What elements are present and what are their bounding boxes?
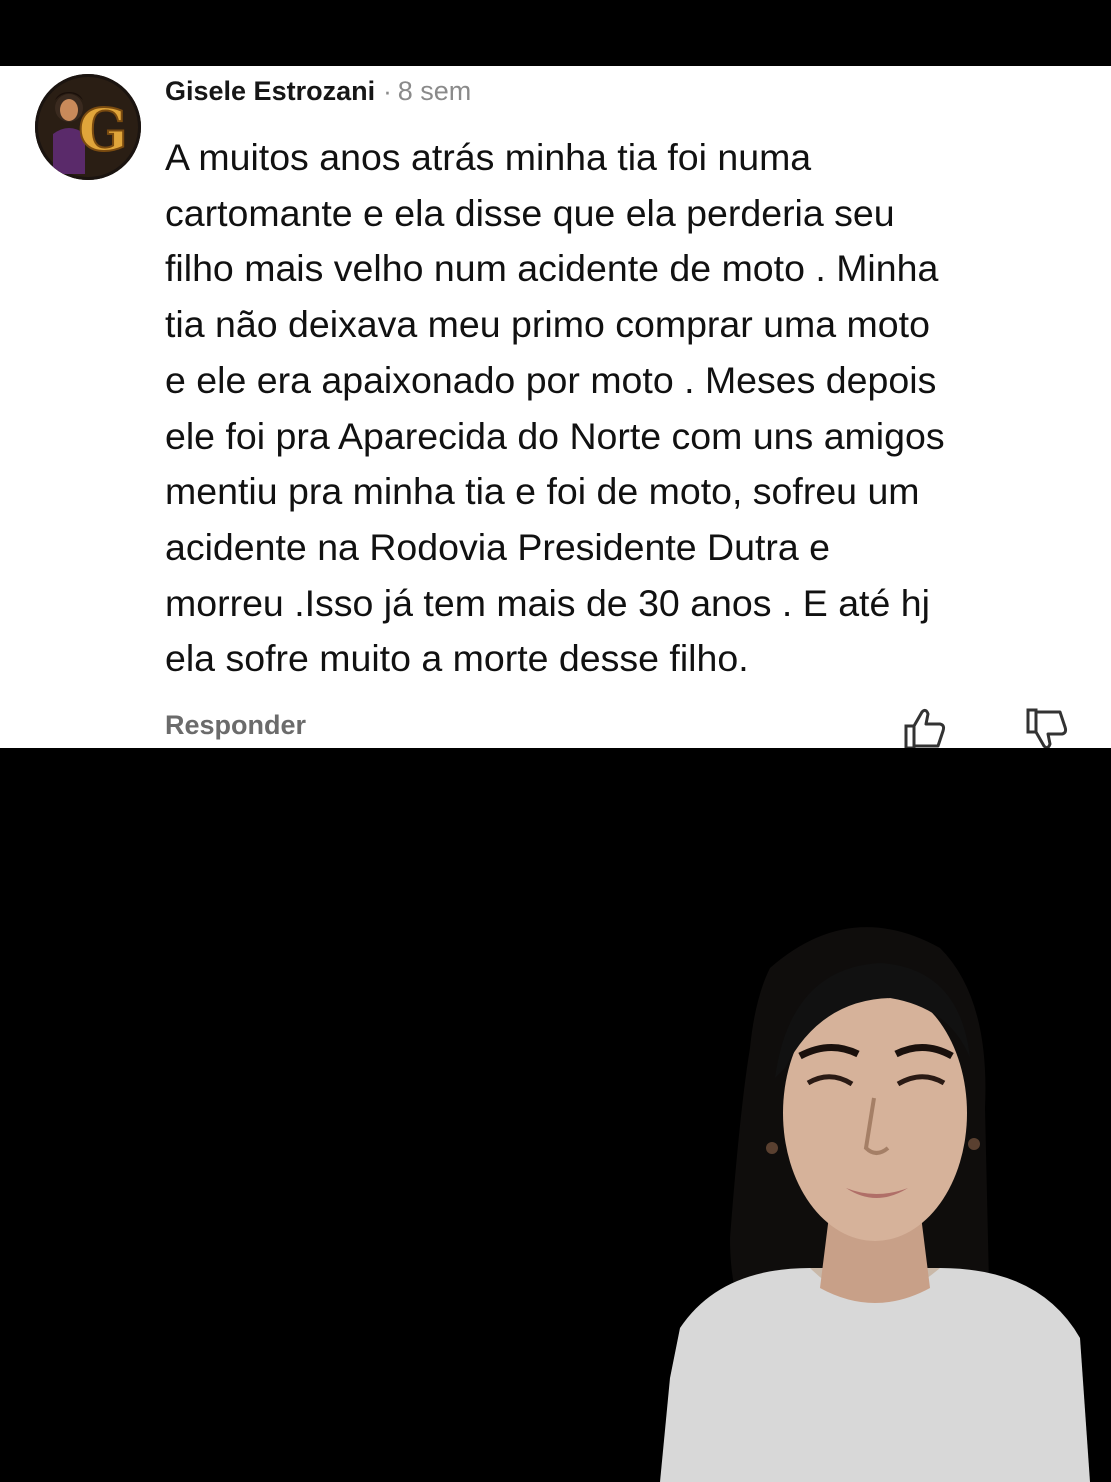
comment-line: ela sofre muito a morte desse filho. [165, 637, 749, 680]
author-name[interactable]: Gisele Estrozani [165, 76, 375, 107]
comment-text: A muitos anos atrás minha tia foi numa c… [165, 130, 1085, 687]
top-black-bar [0, 0, 1111, 66]
comment-line: cartomante e ela disse que ela perderia … [165, 191, 895, 234]
avatar[interactable]: G [35, 74, 141, 180]
comment-line: e ele era apaixonado por moto . Meses de… [165, 358, 937, 401]
comment-line: filho mais velho num acidente de moto . … [165, 247, 939, 290]
webcam-person-image [660, 927, 1090, 1482]
avatar-image: G [35, 74, 141, 180]
comment-line: tia não deixava meu primo comprar uma mo… [165, 303, 930, 346]
reply-button[interactable]: Responder [165, 710, 306, 741]
comment-line: mentiu pra minha tia e foi de moto, sofr… [165, 470, 920, 513]
video-area [0, 748, 1111, 1482]
dislike-button[interactable] [1022, 706, 1070, 748]
comment-card: G Gisele Estrozani · 8 sem A muitos anos… [0, 66, 1111, 748]
comment-timestamp[interactable]: 8 sem [398, 76, 472, 107]
thumbs-down-icon [1026, 708, 1068, 748]
comment-line: morreu .Isso já tem mais de 30 anos . E … [165, 581, 930, 624]
thumbs-up-icon [904, 708, 946, 748]
comment-line: ele foi pra Aparecida do Norte com uns a… [165, 414, 945, 457]
meta-separator: · [383, 76, 392, 106]
like-button[interactable] [900, 706, 948, 748]
avatar-letter: G [78, 96, 128, 164]
comment-line: A muitos anos atrás minha tia foi numa [165, 136, 812, 178]
comment-header: Gisele Estrozani · 8 sem [165, 76, 471, 112]
comment-line: acidente na Rodovia Presidente Dutra e [165, 525, 831, 568]
